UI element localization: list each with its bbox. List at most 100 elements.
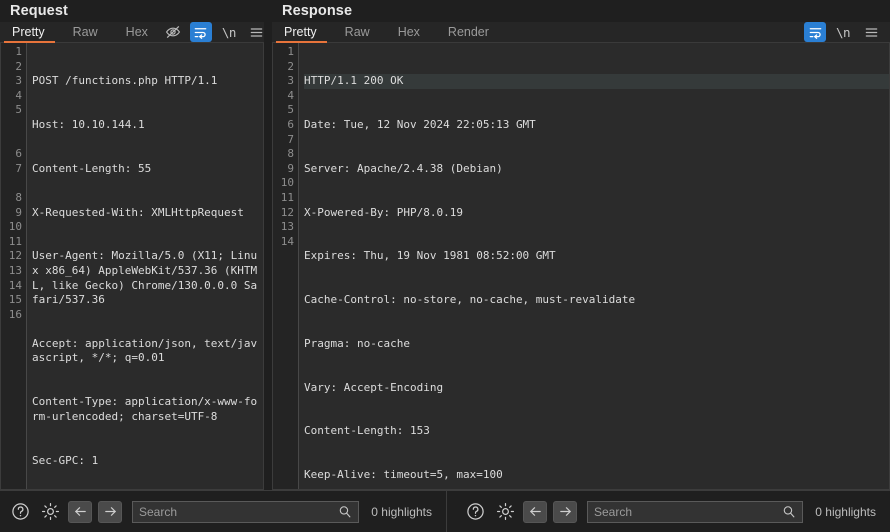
code-line: Keep-Alive: timeout=5, max=100 xyxy=(304,468,503,482)
request-tabbar: Pretty Raw Hex \n xyxy=(0,22,265,43)
response-bottom-toolbar: 0 highlights xyxy=(455,491,890,532)
code-line: User-Agent: Mozilla/5.0 (X11; Linux x86_… xyxy=(32,249,258,307)
gutter-line-number: 2 xyxy=(287,59,295,73)
help-circle-icon[interactable] xyxy=(8,500,32,524)
tab-request-raw[interactable]: Raw xyxy=(59,22,112,42)
newline-icon[interactable]: \n xyxy=(218,22,240,42)
request-code[interactable]: POST /functions.php HTTP/1.1 Host: 10.10… xyxy=(27,43,263,489)
response-editor[interactable]: 1 2 3 4 5 6 7 8 9 10 11 12 13 14 HTTP/1.… xyxy=(272,43,890,490)
tab-request-hex[interactable]: Hex xyxy=(112,22,162,42)
code-line: Pragma: no-cache xyxy=(304,336,410,350)
gutter-line-number: 8 xyxy=(15,190,22,204)
gutter-line-number: 13 xyxy=(8,263,22,277)
code-line: Content-Type: application/x-www-form-url… xyxy=(32,395,258,423)
gutter-line-number: 9 xyxy=(287,161,295,175)
response-title: Response xyxy=(272,0,890,22)
gutter-line-number: 10 xyxy=(280,176,295,190)
request-pane: Request Pretty Raw Hex \n 1 2 3 4 5 6 7 … xyxy=(0,0,265,490)
pane-divider[interactable] xyxy=(264,0,273,490)
code-line: Content-Length: 153 xyxy=(304,424,430,438)
response-gutter: 1 2 3 4 5 6 7 8 9 10 11 12 13 14 xyxy=(273,43,300,489)
tab-response-render[interactable]: Render xyxy=(434,22,503,42)
newline-icon[interactable]: \n xyxy=(832,22,854,42)
arrow-right-icon[interactable] xyxy=(553,500,577,523)
gutter-line-number: 4 xyxy=(15,88,22,102)
gutter-line-number: 13 xyxy=(280,220,295,234)
gutter-line-number: 4 xyxy=(287,88,295,102)
word-wrap-icon[interactable] xyxy=(189,22,212,42)
word-wrap-icon[interactable] xyxy=(804,22,826,42)
gutter-line-number: 7 xyxy=(287,132,295,146)
code-line: Expires: Thu, 19 Nov 1981 08:52:00 GMT xyxy=(304,249,556,263)
response-code[interactable]: HTTP/1.1 200 OK Date: Tue, 12 Nov 2024 2… xyxy=(299,43,889,489)
help-circle-icon[interactable] xyxy=(463,500,487,524)
gutter-line-number: 2 xyxy=(15,59,22,73)
gutter-wrap-filler: . xyxy=(1,133,26,148)
response-tabbar: Pretty Raw Hex Render \n xyxy=(272,22,890,43)
response-tabs: Pretty Raw Hex Render xyxy=(272,22,503,43)
code-line: Sec-GPC: 1 xyxy=(32,453,99,467)
gutter-line-number: 16 xyxy=(8,307,22,321)
request-search-box[interactable] xyxy=(132,500,360,523)
gutter-wrap-filler: . xyxy=(1,176,26,191)
menu-icon[interactable] xyxy=(246,22,268,42)
gutter-line-number: 12 xyxy=(8,249,22,263)
bottom-toolbar: 0 highlights xyxy=(0,490,890,532)
gear-icon[interactable] xyxy=(38,500,62,524)
request-tools: \n xyxy=(162,22,276,42)
gutter-line-number: 6 xyxy=(15,147,22,161)
search-input[interactable] xyxy=(139,504,339,519)
request-title: Request xyxy=(0,0,265,22)
menu-icon[interactable] xyxy=(860,22,882,42)
request-editor[interactable]: 1 2 3 4 5 . . 6 7 . 8 9 10 11 12 13 14 xyxy=(0,43,265,490)
search-input[interactable] xyxy=(594,504,783,519)
code-line: POST /functions.php HTTP/1.1 xyxy=(32,74,218,88)
gutter-line-number: 10 xyxy=(8,220,22,234)
gutter-wrap-filler: . xyxy=(1,118,26,133)
request-highlights-count: 0 highlights xyxy=(371,504,432,519)
tab-request-pretty[interactable]: Pretty xyxy=(0,22,59,43)
request-tabs: Pretty Raw Hex xyxy=(0,22,162,43)
gutter-line-number: 3 xyxy=(15,74,22,88)
gutter-line-number: 1 xyxy=(287,45,295,58)
gutter-line-number: 7 xyxy=(15,161,22,175)
arrow-right-icon[interactable] xyxy=(98,500,122,523)
gutter-line-number: 5 xyxy=(15,103,22,117)
response-pane: Response Pretty Raw Hex Render \n 1 2 3 … xyxy=(272,0,890,490)
tab-response-pretty[interactable]: Pretty xyxy=(272,22,331,43)
code-line: Vary: Accept-Encoding xyxy=(304,380,444,394)
search-icon[interactable] xyxy=(782,505,796,519)
tab-response-hex[interactable]: Hex xyxy=(384,22,434,42)
gutter-line-number: 14 xyxy=(280,234,295,248)
gutter-line-number: 3 xyxy=(287,74,295,88)
response-highlights-count: 0 highlights xyxy=(815,504,876,519)
code-line: X-Powered-By: PHP/8.0.19 xyxy=(304,205,463,219)
request-bottom-toolbar: 0 highlights xyxy=(0,491,447,532)
code-line: Content-Length: 55 xyxy=(32,161,152,175)
code-line: Server: Apache/2.4.38 (Debian) xyxy=(304,161,503,175)
gutter-line-number: 8 xyxy=(287,147,295,161)
gutter-line-number: 5 xyxy=(287,103,295,117)
code-line: Host: 10.10.144.1 xyxy=(32,117,145,131)
gutter-line-number: 1 xyxy=(15,45,22,58)
gear-icon[interactable] xyxy=(493,500,517,524)
panes-container: Request Pretty Raw Hex \n 1 2 3 4 5 6 7 … xyxy=(0,0,890,490)
gutter-line-number: 6 xyxy=(287,117,295,131)
tab-response-raw[interactable]: Raw xyxy=(331,22,384,42)
code-line: Accept: application/json, text/javascrip… xyxy=(32,336,258,365)
search-icon[interactable] xyxy=(338,505,352,519)
gutter-line-number: 15 xyxy=(8,293,22,307)
gutter-line-number: 11 xyxy=(280,190,295,204)
request-gutter: 1 2 3 4 5 . . 6 7 . 8 9 10 11 12 13 14 xyxy=(1,43,27,489)
code-line-status: HTTP/1.1 200 OK xyxy=(304,74,889,89)
response-search-box[interactable] xyxy=(587,500,804,523)
response-tools: \n xyxy=(804,22,890,42)
gutter-line-number: 14 xyxy=(8,278,22,292)
gutter-line-number: 9 xyxy=(15,205,22,219)
arrow-left-icon[interactable] xyxy=(68,500,92,523)
eye-off-icon[interactable] xyxy=(162,22,184,42)
code-line: Cache-Control: no-store, no-cache, must-… xyxy=(304,293,636,307)
bottom-divider xyxy=(447,491,455,532)
code-line: Date: Tue, 12 Nov 2024 22:05:13 GMT xyxy=(304,117,536,131)
arrow-left-icon[interactable] xyxy=(523,500,547,523)
